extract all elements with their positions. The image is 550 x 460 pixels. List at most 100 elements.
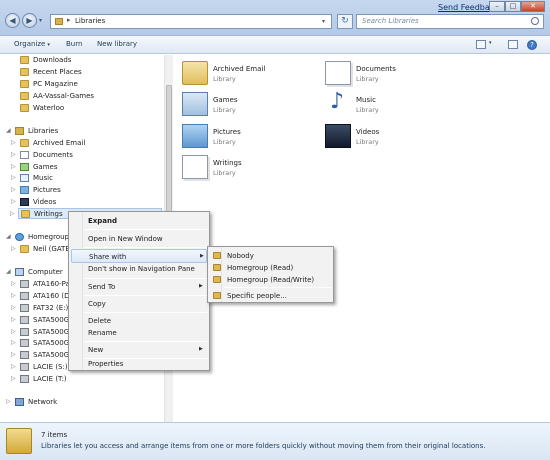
command-bar: Organize ▾ Burn New library ▾ ? (0, 36, 550, 54)
menu-separator (85, 247, 207, 248)
writings-library-icon (182, 155, 208, 179)
context-menu: Expand Open in New Window Share with ▶ Do… (68, 211, 210, 371)
computer-icon (15, 268, 24, 276)
homegroup-share-icon (213, 276, 221, 283)
expanded-arrow-icon[interactable]: ◢ (6, 268, 11, 275)
address-dropdown-icon[interactable]: ▾ (322, 18, 325, 25)
library-tile-writings[interactable]: Writings Library (182, 155, 332, 183)
submenu-arrow-icon: ▶ (199, 283, 203, 289)
collapsed-arrow-icon[interactable]: ▷ (11, 351, 16, 358)
folder-icon (20, 80, 29, 88)
collapsed-arrow-icon[interactable]: ▷ (11, 245, 16, 252)
collapsed-arrow-icon[interactable]: ▷ (11, 280, 16, 287)
item-count: 7 items (41, 431, 68, 439)
view-dropdown-icon[interactable]: ▾ (489, 40, 495, 49)
close-button[interactable]: ✕ (521, 1, 545, 12)
library-tile-archived-email[interactable]: Archived Email Library (182, 61, 332, 89)
share-lock-icon (213, 252, 221, 259)
breadcrumb-libraries[interactable]: Libraries (75, 17, 105, 25)
menu-separator (85, 312, 207, 313)
collapsed-arrow-icon[interactable]: ▷ (11, 174, 16, 181)
share-with-submenu: Nobody Homegroup (Read) Homegroup (Read/… (207, 246, 334, 303)
menu-separator (85, 341, 207, 342)
menu-item-expand[interactable]: Expand (71, 214, 207, 228)
organize-button[interactable]: Organize ▾ (14, 40, 50, 48)
music-library-icon: ♪ (325, 89, 351, 116)
collapsed-arrow-icon[interactable]: ▷ (11, 139, 16, 146)
scrollbar-thumb[interactable] (166, 85, 172, 225)
menu-item-dont-show-in-nav-pane[interactable]: Don't show in Navigation Pane (71, 262, 207, 276)
drive-icon (20, 328, 29, 336)
expanded-arrow-icon[interactable]: ◢ (6, 127, 11, 134)
library-list: Archived Email Library Documents Library… (174, 55, 550, 422)
music-note-icon: ♪ (330, 89, 345, 114)
search-icon[interactable] (531, 17, 539, 25)
forward-arrow-icon: ▶ (26, 16, 33, 25)
drive-icon (20, 292, 29, 300)
collapsed-arrow-icon[interactable]: ▷ (11, 304, 16, 311)
help-icon[interactable]: ? (527, 40, 537, 50)
collapsed-arrow-icon[interactable]: ▷ (11, 328, 16, 335)
library-tile-pictures[interactable]: Pictures Library (182, 124, 332, 152)
search-placeholder: Search Libraries (362, 17, 419, 25)
folder-icon (20, 68, 29, 76)
back-button[interactable]: ◀ (5, 13, 20, 28)
collapsed-arrow-icon[interactable]: ▷ (6, 398, 11, 405)
change-view-icon[interactable] (476, 40, 486, 49)
menu-item-send-to[interactable]: Send To ▶ (71, 280, 207, 294)
collapsed-arrow-icon[interactable]: ▷ (11, 292, 16, 299)
folder-icon (20, 92, 29, 100)
search-input[interactable]: Search Libraries (356, 14, 544, 29)
new-library-button[interactable]: New library (97, 40, 137, 48)
collapsed-arrow-icon[interactable]: ▷ (11, 186, 16, 193)
games-icon (20, 163, 29, 171)
collapsed-arrow-icon[interactable]: ▷ (11, 339, 16, 346)
title-bar: ◀ ▶ ▾ ▸ Libraries ▾ ↻ Search Libraries S… (0, 0, 550, 36)
preview-pane-icon[interactable] (508, 40, 518, 49)
maximize-button[interactable]: □ (505, 1, 521, 12)
submenu-arrow-icon: ▶ (200, 253, 204, 259)
drive-icon (20, 339, 29, 347)
collapsed-arrow-icon[interactable]: ▷ (11, 198, 16, 205)
collapsed-arrow-icon[interactable]: ▷ (11, 163, 16, 170)
forward-button[interactable]: ▶ (22, 13, 37, 28)
collapsed-arrow-icon[interactable]: ▷ (11, 363, 16, 370)
collapsed-arrow-icon[interactable]: ▷ (11, 375, 16, 382)
menu-item-new[interactable]: New ▶ (71, 343, 207, 357)
homegroup-share-icon (213, 264, 221, 271)
library-tile-games[interactable]: Games Library (182, 92, 332, 120)
network-icon (15, 398, 24, 406)
burn-button[interactable]: Burn (66, 40, 82, 48)
breadcrumb-separator[interactable]: ▸ (67, 16, 71, 24)
share-item-specific-people[interactable]: Specific people... (210, 289, 331, 303)
menu-item-rename[interactable]: Rename (71, 326, 207, 340)
specific-people-icon (213, 292, 221, 299)
menu-separator (85, 278, 207, 279)
menu-item-copy[interactable]: Copy (71, 297, 207, 311)
menu-item-open-new-window[interactable]: Open in New Window (71, 232, 207, 246)
library-tile-documents[interactable]: Documents Library (325, 61, 475, 89)
games-library-icon (182, 92, 208, 116)
drive-icon (20, 375, 29, 383)
collapsed-arrow-icon[interactable]: ▷ (11, 151, 16, 158)
minimize-button[interactable]: – (489, 1, 505, 12)
expanded-arrow-icon[interactable]: ◢ (6, 233, 11, 240)
library-tile-music[interactable]: ♪ Music Library (325, 89, 475, 120)
back-arrow-icon: ◀ (9, 16, 16, 25)
library-tile-videos[interactable]: Videos Library (325, 124, 475, 152)
menu-item-share-with[interactable]: Share with ▶ (71, 249, 207, 263)
documents-icon (20, 151, 29, 159)
refresh-button[interactable]: ↻ (337, 14, 353, 29)
address-bar[interactable]: ▸ Libraries ▾ (50, 14, 332, 29)
collapsed-arrow-icon[interactable]: ▷ (11, 316, 16, 323)
library-folder-icon (21, 210, 30, 218)
share-item-homegroup-read-write[interactable]: Homegroup (Read/Write) (210, 273, 331, 287)
recent-pages-dropdown[interactable]: ▾ (39, 18, 46, 24)
libraries-large-icon (6, 428, 32, 454)
videos-icon (20, 198, 29, 206)
collapsed-arrow-icon[interactable]: ▷ (10, 210, 15, 217)
libraries-icon (55, 18, 63, 25)
submenu-arrow-icon: ▶ (199, 346, 203, 352)
menu-item-properties[interactable]: Properties (71, 357, 207, 371)
menu-separator (85, 229, 207, 230)
